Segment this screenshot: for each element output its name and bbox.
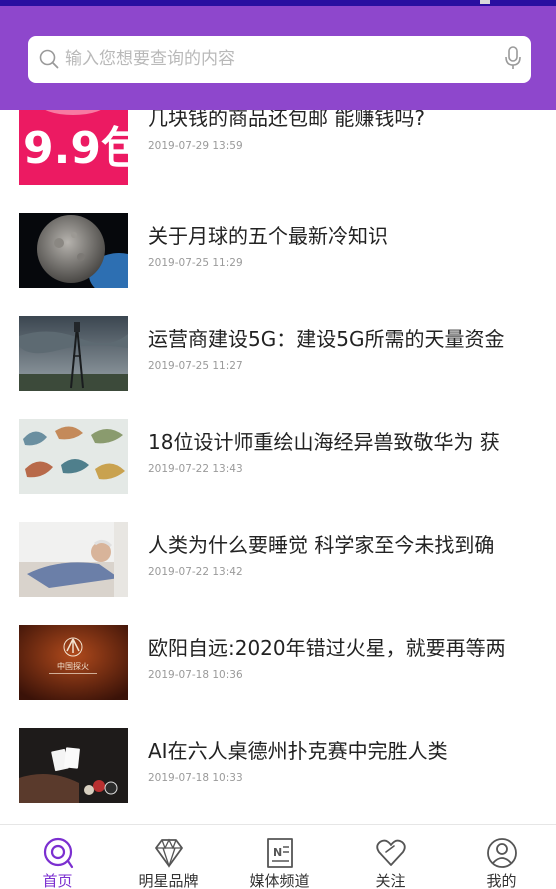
bottom-tab-bar: 首页 明星品牌 N 媒体频道 关注 我的 <box>0 824 556 889</box>
app-header: 输入您想要查询的内容 <box>0 6 556 110</box>
article-thumbnail: 9.9包邮 <box>19 110 128 185</box>
article-list[interactable]: 9.9包邮 几块钱的商品还包邮 能赚钱吗? 2019-07-29 13:59 关… <box>0 110 556 824</box>
article-date: 2019-07-29 13:59 <box>148 140 243 152</box>
article-title[interactable]: 人类为什么要睡觉 科学家至今未找到确 <box>148 532 548 558</box>
home-chat-icon <box>43 837 74 869</box>
list-item[interactable]: 9.9包邮 几块钱的商品还包邮 能赚钱吗? 2019-07-29 13:59 <box>0 110 556 204</box>
article-date: 2019-07-18 10:36 <box>148 669 243 681</box>
tab-home[interactable]: 首页 <box>2 825 113 889</box>
article-title[interactable]: 欧阳自远:2020年错过火星，就要再等两 <box>148 635 548 661</box>
diamond-icon <box>155 838 183 869</box>
article-thumbnail <box>19 728 128 803</box>
tab-label: 首页 <box>42 872 73 889</box>
svg-text:N: N <box>273 846 282 859</box>
user-icon <box>487 838 517 868</box>
status-indicator <box>480 0 490 4</box>
article-title[interactable]: 18位设计师重绘山海经异兽致敬华为 获 <box>148 429 548 455</box>
article-date: 2019-07-22 13:43 <box>148 463 243 475</box>
article-date: 2019-07-25 11:27 <box>148 360 243 372</box>
list-item[interactable]: 运营商建设5G：建设5G所需的天量资金 2019-07-25 11:27 <box>0 316 556 419</box>
tab-media[interactable]: N 媒体频道 <box>224 825 335 889</box>
article-date: 2019-07-18 10:33 <box>148 772 243 784</box>
article-thumbnail <box>19 419 128 494</box>
article-thumbnail <box>19 522 128 597</box>
article-title[interactable]: 运营商建设5G：建设5G所需的天量资金 <box>148 326 548 352</box>
microphone-icon[interactable] <box>504 46 522 70</box>
search-icon <box>39 49 59 69</box>
tab-label: 媒体频道 <box>249 872 310 889</box>
tab-follow[interactable]: 关注 <box>335 825 446 889</box>
list-item[interactable]: 人类为什么要睡觉 科学家至今未找到确 2019-07-22 13:42 <box>0 522 556 625</box>
article-thumbnail <box>19 316 128 391</box>
article-thumbnail: 中国探火 <box>19 625 128 700</box>
article-date: 2019-07-22 13:42 <box>148 566 243 578</box>
search-input[interactable]: 输入您想要查询的内容 <box>65 48 235 70</box>
article-title[interactable]: 关于月球的五个最新冷知识 <box>148 223 548 249</box>
tab-label: 明星品牌 <box>138 872 199 889</box>
article-thumbnail <box>19 213 128 288</box>
tab-label: 关注 <box>375 872 406 889</box>
thumb-caption: 中国探火 <box>57 661 89 671</box>
thumb-price-text: 9.9包邮 <box>23 123 128 174</box>
article-title[interactable]: AI在六人桌德州扑克赛中完胜人类 <box>148 738 548 764</box>
tab-label: 我的 <box>486 872 517 889</box>
list-item[interactable]: 关于月球的五个最新冷知识 2019-07-25 11:29 <box>0 213 556 316</box>
tab-star-brands[interactable]: 明星品牌 <box>113 825 224 889</box>
search-bar[interactable]: 输入您想要查询的内容 <box>28 36 531 83</box>
heart-icon <box>376 839 406 866</box>
list-item[interactable]: 18位设计师重绘山海经异兽致敬华为 获 2019-07-22 13:43 <box>0 419 556 522</box>
tab-mine[interactable]: 我的 <box>446 825 556 889</box>
article-title[interactable]: 几块钱的商品还包邮 能赚钱吗? <box>148 110 548 131</box>
news-icon: N <box>267 838 293 868</box>
list-item[interactable]: 中国探火 欧阳自远:2020年错过火星，就要再等两 2019-07-18 10:… <box>0 625 556 728</box>
article-date: 2019-07-25 11:29 <box>148 257 243 269</box>
list-item[interactable]: AI在六人桌德州扑克赛中完胜人类 2019-07-18 10:33 <box>0 728 556 824</box>
